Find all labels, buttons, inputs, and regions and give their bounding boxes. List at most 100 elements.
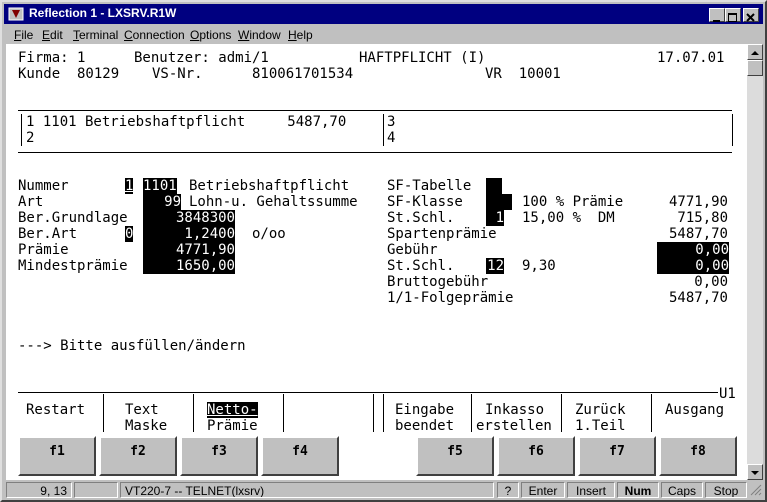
sparten-divider — [383, 114, 384, 146]
bruttogebuehr-value: 0,00 — [694, 274, 728, 290]
enter-indicator[interactable]: Enter — [521, 482, 565, 498]
softkey-5-label-2[interactable]: beendet — [395, 418, 454, 434]
menu-help-key: H — [288, 28, 297, 42]
softkey-6-label[interactable]: Inkasso — [485, 402, 544, 418]
softkey-sep-2 — [193, 394, 194, 432]
nummer-code-field[interactable]: 1101 — [143, 178, 177, 194]
softkey-3-label[interactable]: Netto- — [207, 402, 258, 418]
art-code-field[interactable]: 99 — [143, 194, 181, 210]
menu-bar: File Edit Terminal Connection Options Wi… — [4, 25, 763, 44]
softkey-sep-7 — [561, 394, 562, 432]
status-message: ---> Bitte ausfüllen/ändern — [18, 338, 246, 354]
softkey-sep-3 — [283, 394, 284, 432]
mindestpraemie-label: Mindestprämie — [18, 258, 128, 274]
sf-klasse-value: 4771,90 — [668, 194, 728, 210]
softkey-sep-6 — [471, 394, 472, 432]
menu-connection-label: onnection — [132, 28, 185, 42]
kunde-text: Kunde 80129 — [18, 66, 120, 82]
vsnr-label: VS-Nr. — [152, 66, 203, 82]
arrow-up-icon — [751, 51, 759, 55]
f3-button[interactable]: f3 — [180, 436, 258, 476]
num-indicator[interactable]: Num — [617, 482, 659, 498]
resize-grip-icon[interactable] — [750, 484, 762, 496]
sf-klasse-text: 100 % Prämie — [522, 194, 624, 210]
scroll-thumb[interactable] — [747, 60, 763, 76]
caps-indicator[interactable]: Caps — [661, 482, 703, 498]
stop-indicator[interactable]: Stop — [705, 482, 747, 498]
f4-button[interactable]: f4 — [261, 436, 339, 476]
st-schl-1-text: 15,00 % DM — [522, 210, 615, 226]
menu-window-key: W — [238, 28, 250, 42]
window-title: Reflection 1 - LXSRV.R1W — [29, 6, 177, 20]
f5-button[interactable]: f5 — [416, 436, 494, 476]
app-window: Reflection 1 - LXSRV.R1W File Edit Termi… — [0, 0, 767, 502]
spartenpraemie-label: Spartenprämie — [387, 226, 497, 242]
praemie-field[interactable]: 4771,90 — [143, 242, 235, 258]
status-spacer — [74, 482, 118, 498]
close-button[interactable] — [743, 8, 759, 22]
nummer-index-field[interactable]: 1 — [125, 178, 134, 194]
st-schl-2-field[interactable]: 12 — [486, 258, 504, 274]
maximize-icon — [728, 13, 737, 22]
scroll-down-button[interactable] — [747, 464, 763, 480]
menu-edit[interactable]: Edit — [42, 28, 63, 42]
menu-edit-key: E — [42, 28, 51, 42]
reflection-app-icon[interactable] — [8, 7, 24, 21]
sf-klasse-field[interactable] — [486, 194, 512, 210]
title-bar[interactable]: Reflection 1 - LXSRV.R1W — [4, 4, 763, 24]
menu-terminal[interactable]: Terminal — [73, 28, 118, 42]
maximize-button[interactable] — [725, 8, 741, 22]
softkey-sep-5 — [383, 394, 384, 432]
menu-terminal-label: erminal — [79, 28, 119, 42]
softkey-1-label[interactable]: Restart — [26, 402, 85, 418]
menu-connection[interactable]: Connection — [124, 28, 185, 42]
ber-grundlage-label: Ber.Grundlage — [18, 210, 128, 226]
softkey-8-label[interactable]: Ausgang — [665, 402, 724, 418]
close-icon — [746, 13, 755, 22]
ber-grundlage-field[interactable]: 3848300 — [143, 210, 235, 226]
sf-tabelle-field[interactable] — [486, 178, 502, 194]
firma-text: Firma: 1 — [18, 50, 86, 66]
f6-button[interactable]: f6 — [497, 436, 575, 476]
st-schl-2-value-field[interactable]: 0,00 — [657, 258, 729, 274]
f8-button[interactable]: f8 — [659, 436, 737, 476]
scroll-up-button[interactable] — [747, 44, 763, 60]
ber-art-index-field[interactable]: 0 — [125, 226, 134, 242]
arrow-down-icon — [751, 471, 759, 475]
sparten-right-border — [732, 114, 733, 146]
bruttogebuehr-label: Bruttogebühr — [387, 274, 489, 290]
insert-indicator[interactable]: Insert — [567, 482, 615, 498]
sparte-2[interactable]: 2 — [26, 130, 34, 146]
f7-button[interactable]: f7 — [578, 436, 656, 476]
benutzer-text: Benutzer: admi/1 — [134, 50, 269, 66]
ber-art-field[interactable]: 1,2400 — [143, 226, 235, 242]
menu-options[interactable]: Options — [190, 28, 231, 42]
f1-button[interactable]: f1 — [18, 436, 96, 476]
vertical-scrollbar[interactable] — [747, 44, 763, 480]
terminal-screen[interactable]: Firma: 1 Benutzer: admi/1 HAFTPFLICHT (I… — [6, 44, 747, 480]
help-indicator[interactable]: ? — [497, 482, 519, 498]
menu-file[interactable]: File — [14, 28, 33, 42]
softkey-2-label-2[interactable]: Maske — [125, 418, 167, 434]
softkey-3-label-2[interactable]: Prämie — [207, 418, 258, 434]
gebuehr-field[interactable]: 0,00 — [657, 242, 729, 258]
softkey-6-label-2[interactable]: erstellen — [476, 418, 552, 434]
date-text: 17.07.01 — [657, 50, 725, 66]
menu-edit-label: dit — [50, 28, 63, 42]
sparte-4[interactable]: 4 — [387, 130, 395, 146]
softkey-7-label-2[interactable]: 1.Teil — [575, 418, 626, 434]
gebuehr-label: Gebühr — [387, 242, 438, 258]
st-schl-1-field[interactable]: 1 — [486, 210, 504, 226]
softkey-5-label[interactable]: Eingabe — [395, 402, 454, 418]
sparten-bottom-border — [18, 152, 732, 153]
mindestpraemie-field[interactable]: 1650,00 — [143, 258, 235, 274]
nummer-text: Betriebshaftpflicht — [189, 178, 350, 194]
menu-help[interactable]: Help — [288, 28, 313, 42]
softkey-2-label[interactable]: Text — [125, 402, 159, 418]
sparte-1[interactable]: 1 1101 Betriebshaftpflicht 5487,70 — [26, 114, 346, 130]
f2-button[interactable]: f2 — [99, 436, 177, 476]
sparte-3[interactable]: 3 — [387, 114, 395, 130]
minimize-button[interactable] — [709, 8, 725, 22]
softkey-7-label[interactable]: Zurück — [575, 402, 626, 418]
menu-window[interactable]: Window — [238, 28, 281, 42]
